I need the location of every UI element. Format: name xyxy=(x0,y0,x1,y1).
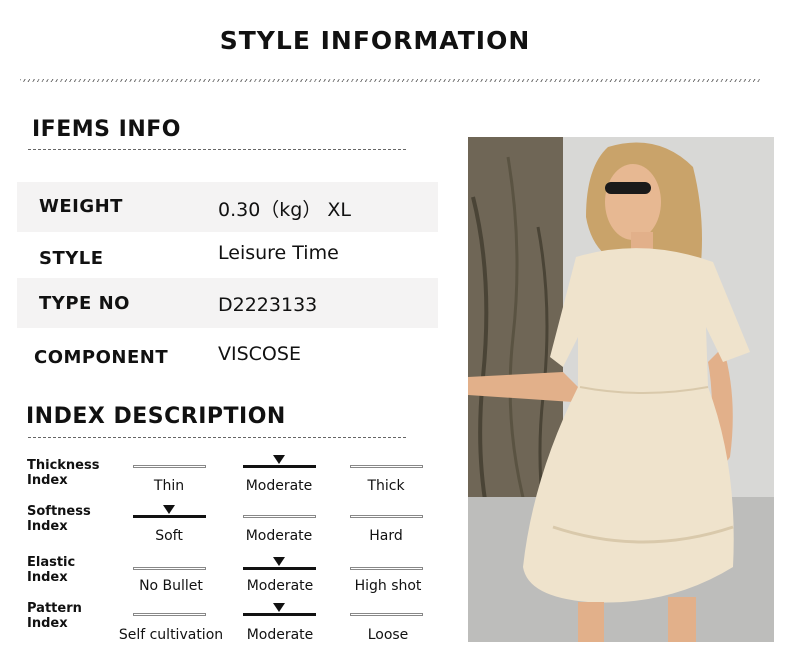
index-label-elastic: Elastic Index xyxy=(27,555,75,585)
info-value: D2223133 xyxy=(218,294,318,316)
selected-marker-icon xyxy=(163,505,175,514)
model-wearing-dress-image xyxy=(468,137,774,642)
info-value: 0.30（kg） XL xyxy=(218,199,352,221)
scale-option: High shot xyxy=(354,578,422,594)
divider xyxy=(20,79,760,82)
scale-segment xyxy=(350,515,423,518)
scale-segment-selected xyxy=(243,613,316,616)
items-info-title: IFEMS INFO xyxy=(32,117,181,142)
info-label: STYLE xyxy=(39,248,104,269)
info-row-weight: WEIGHT 0.30（kg） XL xyxy=(17,182,438,232)
scale-option: Loose xyxy=(367,627,409,643)
scale-segment xyxy=(133,567,206,570)
info-row-component: COMPONENT VISCOSE xyxy=(17,330,438,380)
scale-option: Thick xyxy=(367,478,405,494)
index-label-thickness: Thickness Index xyxy=(27,458,99,488)
scale-segment-selected xyxy=(133,515,206,518)
index-label-softness: Softness Index xyxy=(27,504,91,534)
product-photo xyxy=(468,137,774,642)
info-value: VISCOSE xyxy=(218,343,301,365)
page-title: STYLE INFORMATION xyxy=(219,26,531,55)
scale-segment xyxy=(133,465,206,468)
section-underline xyxy=(28,437,406,438)
scale-segment xyxy=(350,465,423,468)
scale-segment-selected xyxy=(243,465,316,468)
scale-segment xyxy=(350,567,423,570)
section-underline xyxy=(28,149,406,150)
selected-marker-icon xyxy=(273,557,285,566)
index-label-line: Elastic xyxy=(27,555,76,570)
scale-option: Hard xyxy=(369,528,403,544)
info-label: TYPE NO xyxy=(39,293,130,314)
selected-marker-icon xyxy=(273,455,285,464)
scale-segment-selected xyxy=(243,567,316,570)
index-label-line: Pattern xyxy=(27,601,82,616)
info-label: COMPONENT xyxy=(34,347,169,368)
index-label-pattern: Pattern Index xyxy=(27,601,82,631)
scale-segment xyxy=(350,613,423,616)
selected-marker-icon xyxy=(273,603,285,612)
scale-segment xyxy=(133,613,206,616)
index-label-line: Thickness xyxy=(27,458,100,473)
index-label-line: Index xyxy=(27,473,68,488)
info-value: Leisure Time xyxy=(218,242,339,264)
index-label-line: Index xyxy=(27,570,68,585)
index-label-line: Softness xyxy=(27,504,91,519)
info-row-style: STYLE Leisure Time xyxy=(17,232,438,282)
info-row-type-no: TYPE NO D2223133 xyxy=(17,278,438,328)
index-label-line: Index xyxy=(27,519,68,534)
info-label: WEIGHT xyxy=(39,196,123,217)
index-label-line: Index xyxy=(27,616,68,631)
scale-segment xyxy=(243,515,316,518)
index-description-title: INDEX DESCRIPTION xyxy=(26,404,286,429)
